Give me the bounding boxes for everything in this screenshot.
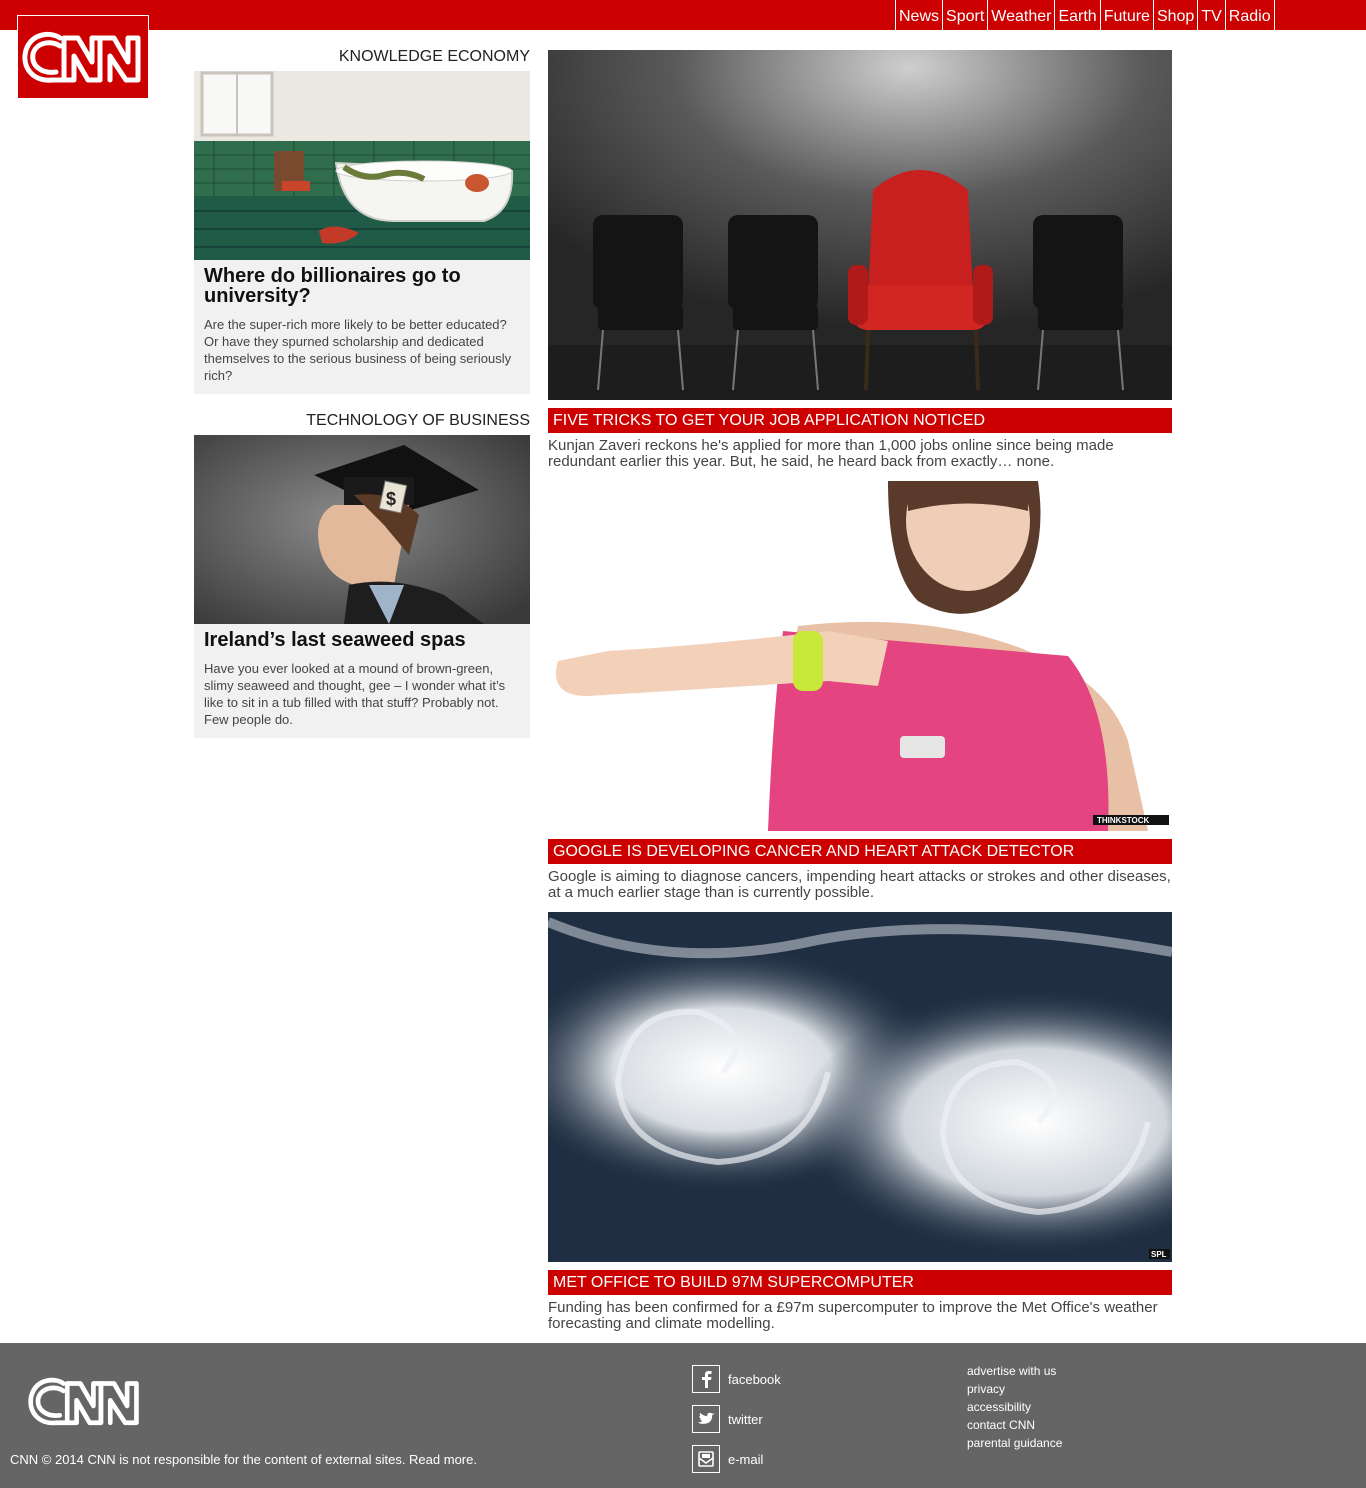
twitter-label: twitter xyxy=(728,1411,763,1427)
main-nav: News Sport Weather Earth Future Shop TV … xyxy=(895,0,1275,30)
nav-news[interactable]: News xyxy=(895,0,942,30)
bathtub-image[interactable] xyxy=(194,71,530,260)
facebook-label: facebook xyxy=(728,1371,781,1387)
sidebar-card-seaweed[interactable]: $ Ireland’s last seaweed spas Have you e… xyxy=(194,435,530,738)
footer-links: advertise with us privacy accessibility … xyxy=(967,1362,1062,1452)
nav-sport[interactable]: Sport xyxy=(942,0,987,30)
nav-earth[interactable]: Earth xyxy=(1054,0,1099,30)
footer-twitter-link[interactable]: twitter xyxy=(692,1405,763,1433)
story-title-seaweed[interactable]: Ireland’s last seaweed spas xyxy=(204,630,520,650)
smartwatch-image[interactable]: THINKSTOCK xyxy=(548,481,1172,831)
footer-cnn-logo[interactable] xyxy=(24,1376,146,1439)
nav-shop[interactable]: Shop xyxy=(1152,0,1197,30)
footer-logo-mark xyxy=(28,1377,139,1426)
footer-link-privacy[interactable]: privacy xyxy=(967,1380,1062,1398)
facebook-icon xyxy=(692,1365,720,1393)
footer: CNN © 2014 CNN is not responsible for th… xyxy=(0,1343,1366,1488)
story-headline-met-office[interactable]: MET OFFICE TO BUILD 97M SUPERCOMPUTER xyxy=(548,1270,1172,1295)
story-headline-google-detector[interactable]: GOOGLE IS DEVELOPING CANCER AND HEART AT… xyxy=(548,839,1172,864)
image-credit-spl: SPL xyxy=(1151,1250,1167,1259)
story-summary-job-application: Kunjan Zaveri reckons he's applied for m… xyxy=(548,437,1114,470)
story-title-billionaires[interactable]: Where do billionaires go to university? xyxy=(204,266,520,306)
sidebar-card-billionaires[interactable]: Where do billionaires go to university? … xyxy=(194,71,530,394)
section-label-knowledge-economy[interactable]: KNOWLEDGE ECONOMY xyxy=(194,48,530,66)
story-summary-google-detector: Google is aiming to diagnose cancers, im… xyxy=(548,868,1171,901)
story-summary-seaweed: Have you ever looked at a mound of brown… xyxy=(204,661,506,727)
nav-future[interactable]: Future xyxy=(1099,0,1153,30)
story-summary-billionaires: Are the super-rich more likely to be bet… xyxy=(204,317,512,383)
section-label-technology-of-business[interactable]: TECHNOLOGY OF BUSINESS xyxy=(194,412,530,430)
cnn-logo[interactable] xyxy=(17,15,149,99)
footer-link-contact[interactable]: contact CNN xyxy=(967,1416,1062,1434)
chairs-image[interactable] xyxy=(548,50,1172,400)
story-headline-job-application[interactable]: FIVE TRICKS TO GET YOUR JOB APPLICATION … xyxy=(548,408,1172,433)
footer-email-link[interactable]: e-mail xyxy=(692,1445,763,1473)
email-label: e-mail xyxy=(728,1451,764,1467)
storm-satellite-image[interactable]: SPL xyxy=(548,912,1172,1262)
footer-link-advertise[interactable]: advertise with us xyxy=(967,1362,1062,1380)
footer-copyright: CNN © 2014 CNN is not responsible for th… xyxy=(10,1452,477,1467)
svg-text:$: $ xyxy=(386,489,396,509)
cnn-logo-mark xyxy=(22,31,141,83)
nav-weather[interactable]: Weather xyxy=(987,0,1054,30)
story-summary-met-office: Funding has been confirmed for a £97m su… xyxy=(548,1299,1158,1332)
twitter-icon xyxy=(692,1405,720,1433)
footer-link-parental-guidance[interactable]: parental guidance xyxy=(967,1434,1062,1452)
graduate-image[interactable]: $ xyxy=(194,435,530,624)
nav-tv[interactable]: TV xyxy=(1197,0,1224,30)
email-icon xyxy=(692,1445,720,1473)
image-credit-thinkstock: THINKSTOCK xyxy=(1097,816,1150,825)
nav-radio[interactable]: Radio xyxy=(1224,0,1275,30)
footer-link-accessibility[interactable]: accessibility xyxy=(967,1398,1062,1416)
footer-facebook-link[interactable]: facebook xyxy=(692,1365,781,1393)
